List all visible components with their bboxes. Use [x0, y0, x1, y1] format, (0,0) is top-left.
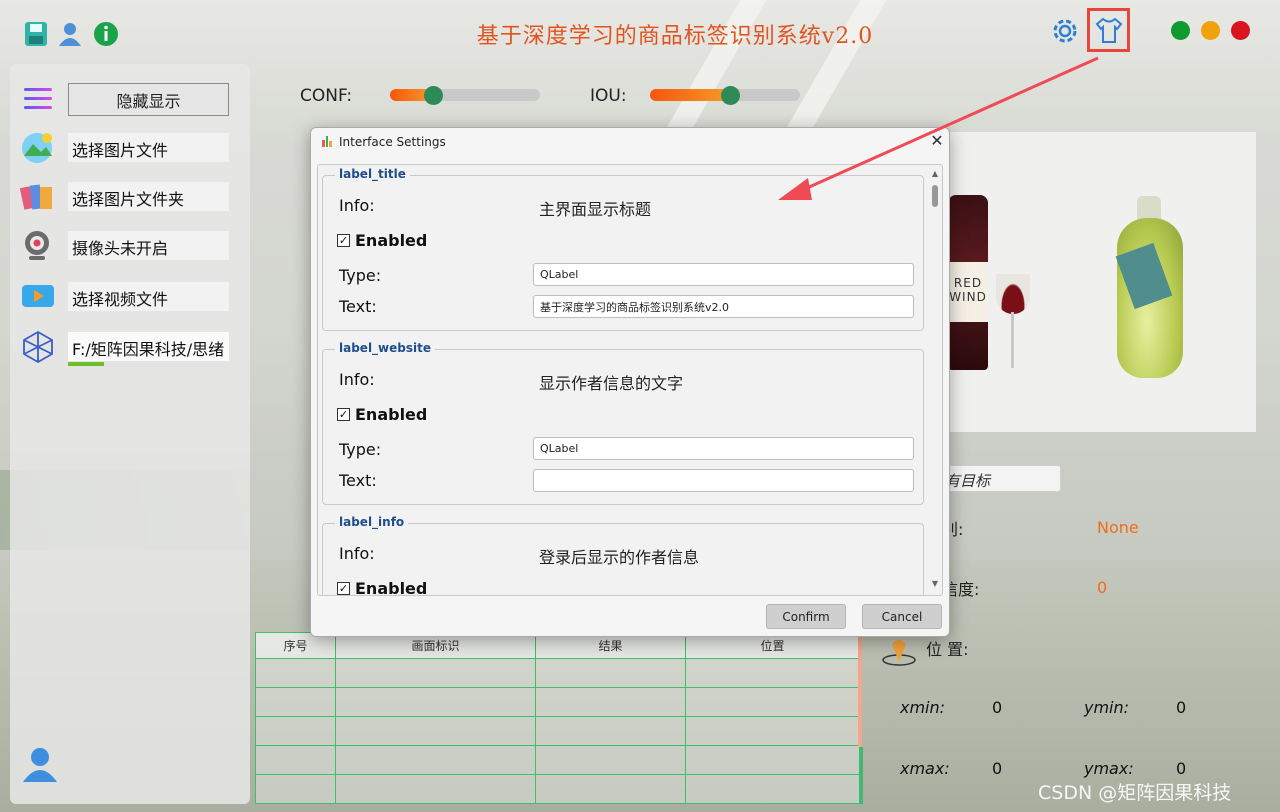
info-label: Info:: [339, 370, 375, 389]
cancel-button[interactable]: Cancel: [862, 604, 942, 629]
info-label: Info:: [339, 196, 375, 215]
settings-scroll-area[interactable]: label_title Info: 主界面显示标题 ✓ Enabled Type…: [317, 164, 943, 596]
table-row[interactable]: [255, 716, 860, 746]
watermark: CSDN @矩阵因果科技: [1038, 782, 1232, 804]
table-row[interactable]: [255, 774, 860, 804]
table-row[interactable]: [255, 687, 860, 717]
wine-glass: [996, 274, 1030, 314]
model-cube-icon: [23, 330, 53, 363]
bottle-label-text: WIND: [949, 290, 987, 304]
enabled-checkbox[interactable]: ✓: [337, 234, 350, 247]
type-label: Type:: [339, 266, 382, 285]
group-title: label_info: [335, 515, 409, 529]
model-load-progress: [68, 362, 104, 366]
bottle-label-text: RED: [953, 276, 983, 290]
window-maximize-button[interactable]: [1171, 21, 1190, 40]
info-text: 显示作者信息的文字: [539, 374, 684, 393]
sidebar: 隐藏显示 选择图片文件 选择图片文件夹 摄像头未开启 选择视频文件 F:/矩阵因…: [10, 64, 250, 804]
model-path-label: F:/矩阵因果科技/思绪: [68, 332, 229, 361]
enabled-label[interactable]: Enabled: [355, 405, 427, 424]
conf-slider-handle[interactable]: [424, 86, 443, 105]
text-field[interactable]: [533, 469, 914, 492]
toggle-sidebar-button[interactable]: 隐藏显示: [68, 83, 229, 116]
skin-button-highlight[interactable]: [1087, 8, 1130, 52]
window-minimize-button[interactable]: [1201, 21, 1220, 40]
window-close-button[interactable]: [1231, 21, 1250, 40]
sidebar-item-camera[interactable]: 摄像头未开启: [20, 226, 240, 266]
table-scrollbar-track: [860, 747, 863, 804]
scroll-up-arrow-icon[interactable]: ▲: [930, 169, 940, 179]
xmin-value: 0: [992, 698, 1003, 717]
camera-icon: [25, 231, 49, 260]
conf-label: CONF:: [300, 86, 353, 106]
settings-group-label-title: label_title Info: 主界面显示标题 ✓ Enabled Type…: [322, 167, 924, 331]
scroll-down-arrow-icon[interactable]: ▼: [930, 579, 940, 589]
tshirt-skin-icon: [1095, 17, 1123, 43]
app-title: 基于深度学习的商品标签识别系统v2.0: [476, 24, 874, 49]
text-field[interactable]: [533, 295, 914, 318]
enabled-checkbox[interactable]: ✓: [337, 408, 350, 421]
confidence-value: 0: [1097, 578, 1108, 597]
xmax-label: xmax:: [900, 759, 950, 778]
iou-slider-fill: [650, 89, 730, 101]
ymin-value: 0: [1176, 698, 1187, 717]
enabled-label[interactable]: Enabled: [355, 579, 427, 595]
info-text: 主界面显示标题: [539, 200, 652, 219]
account-icon[interactable]: [20, 744, 60, 784]
settings-group-label-info: label_info Info: 登录后显示的作者信息 ✓ Enabled: [322, 515, 924, 595]
sidebar-item-image-folder[interactable]: 选择图片文件夹: [20, 177, 240, 217]
ymin-label: ymin:: [1084, 698, 1130, 717]
text-label: Text:: [339, 297, 377, 316]
interface-settings-dialog: Interface Settings ✕ label_title Info: 主…: [310, 127, 950, 637]
info-label: Info:: [339, 544, 375, 563]
info-text: 登录后显示的作者信息: [539, 548, 700, 567]
xmin-label: xmin:: [900, 698, 946, 717]
group-title: label_title: [335, 167, 410, 181]
sidebar-item-label: 选择图片文件夹: [68, 182, 229, 211]
sidebar-item-label: 摄像头未开启: [68, 231, 229, 260]
group-title: label_website: [335, 341, 435, 355]
menu-icon[interactable]: [24, 88, 52, 112]
table-row[interactable]: [255, 745, 860, 775]
text-label: Text:: [339, 471, 377, 490]
sidebar-item-video[interactable]: 选择视频文件: [20, 277, 240, 317]
sidebar-item-label: 选择视频文件: [68, 282, 229, 311]
table-row[interactable]: [255, 658, 860, 688]
location-pin-icon: [882, 640, 916, 666]
video-icon: [22, 285, 54, 307]
ymax-label: ymax:: [1084, 759, 1134, 778]
wine-bottle-label: RED WIND: [948, 262, 988, 322]
sidebar-item-label: 选择图片文件: [68, 133, 229, 162]
type-label: Type:: [339, 440, 382, 459]
conf-slider[interactable]: [390, 89, 540, 101]
wine-glass-stem: [1011, 312, 1014, 368]
settings-group-label-website: label_website Info: 显示作者信息的文字 ✓ Enabled …: [322, 341, 924, 505]
xmax-value: 0: [992, 759, 1003, 778]
image-file-icon: [22, 133, 52, 163]
close-icon[interactable]: ✕: [927, 131, 947, 151]
info-icon[interactable]: [92, 20, 120, 48]
user-icon[interactable]: [56, 20, 84, 48]
scrollbar-thumb[interactable]: [932, 185, 938, 207]
iou-slider-handle[interactable]: [721, 86, 740, 105]
enabled-checkbox[interactable]: ✓: [337, 582, 350, 595]
save-icon[interactable]: [22, 20, 50, 48]
table-scrollbar[interactable]: [858, 632, 862, 747]
folder-icon: [20, 184, 52, 210]
class-value: None: [1097, 518, 1139, 537]
type-field[interactable]: [533, 437, 914, 460]
ymax-value: 0: [1176, 759, 1187, 778]
results-table[interactable]: 序号 画面标识 结果 位置: [255, 632, 860, 804]
dialog-title: Interface Settings: [339, 135, 446, 149]
sidebar-item-image-file[interactable]: 选择图片文件: [20, 128, 240, 168]
settings-gear-icon[interactable]: [1050, 16, 1080, 46]
dialog-app-icon: [322, 136, 332, 147]
type-field[interactable]: [533, 263, 914, 286]
position-label: 位 置:: [926, 640, 969, 659]
enabled-label[interactable]: Enabled: [355, 231, 427, 250]
settings-scrollbar[interactable]: ▲ ▼: [930, 169, 940, 593]
confirm-button[interactable]: Confirm: [766, 604, 846, 629]
sidebar-item-model[interactable]: F:/矩阵因果科技/思绪: [20, 327, 240, 367]
iou-label: IOU:: [590, 86, 627, 106]
